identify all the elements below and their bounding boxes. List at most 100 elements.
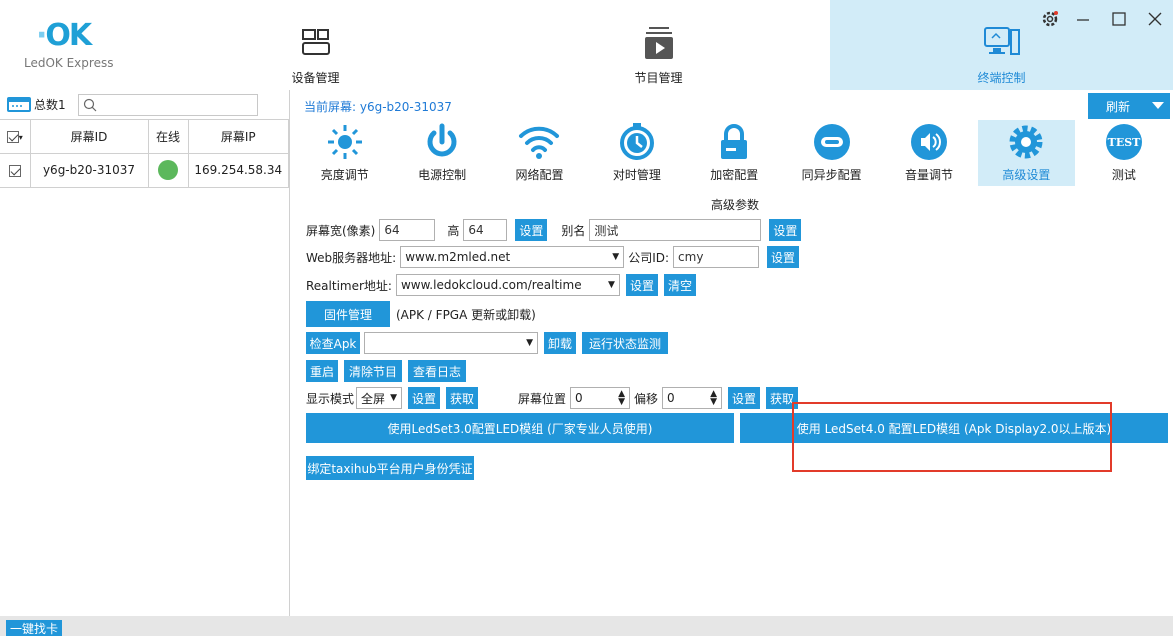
- nav-tab-device-management[interactable]: 设备管理: [144, 0, 487, 90]
- refresh-label: 刷新: [1106, 99, 1131, 114]
- red-highlight-annotation: [792, 402, 1112, 472]
- screen-table: ▾ 屏幕ID 在线 屏幕IP y6g-b20-31037 169.254.58.…: [0, 120, 289, 188]
- company-set-button[interactable]: 设置: [767, 246, 800, 268]
- web-server-value: www.m2mled.net: [405, 250, 511, 264]
- ledset3-button[interactable]: 使用LedSet3.0配置LED模组 (厂家专业人员使用): [306, 413, 734, 443]
- func-label: 测试: [1111, 168, 1136, 182]
- company-id-label: 公司ID:: [628, 250, 670, 265]
- alias-input[interactable]: 测试: [589, 219, 762, 241]
- func-label: 网络配置: [515, 168, 564, 182]
- chevron-down-icon: ▼: [612, 252, 620, 262]
- display-mode-select[interactable]: 全屏 ▼: [356, 387, 403, 409]
- func-brightness[interactable]: 亮度调节: [296, 120, 393, 186]
- func-test[interactable]: TEST 测试: [1075, 120, 1172, 186]
- nav-label: 设备管理: [291, 71, 340, 85]
- realtimer-select[interactable]: www.ledokcloud.com/realtime ▼: [395, 274, 620, 296]
- table-row[interactable]: y6g-b20-31037 169.254.58.34: [0, 153, 289, 188]
- view-log-button[interactable]: 查看日志: [408, 360, 466, 382]
- web-server-row: Web服务器地址: www.m2mled.net ▼ 公司ID: cmy 设置: [306, 246, 800, 268]
- func-label: 亮度调节: [320, 168, 369, 182]
- uninstall-button[interactable]: 卸载: [544, 332, 576, 354]
- screen-total-icon: [7, 96, 31, 112]
- display-mode-set-button[interactable]: 设置: [408, 387, 441, 409]
- func-label: 同异步配置: [801, 168, 862, 182]
- find-card-button[interactable]: 一键找卡: [6, 620, 63, 636]
- logo-text: LedOK Express: [24, 56, 114, 70]
- chevron-down-icon: ▼: [608, 280, 615, 290]
- clock-icon: [615, 122, 659, 162]
- search-icon: [83, 98, 97, 111]
- device-actions-row: 重启 清除节目 查看日志: [306, 360, 466, 382]
- sync-icon: [810, 122, 854, 162]
- program-management-icon: [639, 23, 679, 63]
- screen-position-value: 0: [575, 391, 583, 405]
- func-encryption[interactable]: 加密配置: [686, 120, 783, 186]
- settings-gear-icon[interactable]: [1035, 6, 1065, 32]
- bind-taxihub-button[interactable]: 绑定taxihub平台用户身份凭证: [306, 456, 474, 480]
- realtimer-set-button[interactable]: 设置: [625, 274, 658, 296]
- close-icon[interactable]: [1137, 6, 1173, 32]
- row-screen-ip: 169.254.58.34: [188, 153, 289, 188]
- func-time-sync[interactable]: 对时管理: [588, 120, 685, 186]
- chevron-down-icon[interactable]: [1152, 102, 1164, 109]
- bind-credential-row: 绑定taxihub平台用户身份凭证: [306, 456, 474, 480]
- screen-height-label: 高: [447, 223, 460, 238]
- realtimer-label: Realtimer地址:: [306, 278, 392, 293]
- func-volume[interactable]: 音量调节: [880, 120, 977, 186]
- func-advanced-settings[interactable]: 高级设置: [977, 120, 1076, 186]
- web-server-label: Web服务器地址:: [306, 250, 397, 265]
- logo-mark: ·OK: [36, 18, 92, 53]
- func-network[interactable]: 网络配置: [491, 120, 588, 186]
- screen-search-input[interactable]: [77, 93, 258, 116]
- row-checkbox[interactable]: [0, 153, 31, 188]
- offset-label: 偏移: [634, 391, 659, 406]
- func-label: 电源控制: [418, 168, 467, 182]
- display-mode-value: 全屏: [361, 391, 386, 406]
- svg-text:TEST: TEST: [1107, 136, 1141, 149]
- clear-program-button[interactable]: 清除节目: [344, 360, 402, 382]
- wifi-icon: [517, 122, 561, 162]
- screen-width-label: 屏幕宽(像素): [306, 223, 376, 238]
- web-server-select[interactable]: www.m2mled.net ▼: [400, 246, 625, 268]
- select-all-checkbox[interactable]: ▾: [0, 120, 31, 154]
- realtimer-clear-button[interactable]: 清空: [663, 274, 696, 296]
- nav-tab-program-management[interactable]: 节目管理: [487, 0, 830, 90]
- position-set-button[interactable]: 设置: [728, 387, 761, 409]
- volume-icon: [907, 122, 951, 162]
- firmware-row: 固件管理 (APK / FPGA 更新或卸载): [306, 301, 536, 327]
- firmware-management-button[interactable]: 固件管理: [306, 301, 390, 327]
- stepper-arrows-icon: ▲ ▼: [710, 389, 718, 407]
- column-header-screen-ip: 屏幕IP: [188, 120, 289, 154]
- func-label: 高级设置: [1002, 168, 1051, 182]
- company-id-input[interactable]: cmy: [673, 246, 760, 268]
- func-sync-async[interactable]: 同异步配置: [783, 120, 880, 186]
- alias-set-button[interactable]: 设置: [769, 219, 802, 241]
- minimize-icon[interactable]: [1065, 6, 1101, 32]
- display-mode-row: 显示模式 全屏 ▼ 设置 获取 屏幕位置 0 ▲ ▼ 偏移 0 ▲ ▼ 设置 获取: [306, 387, 799, 409]
- screen-height-input[interactable]: 64: [463, 219, 508, 241]
- refresh-button[interactable]: 刷新: [1088, 93, 1170, 119]
- screen-position-stepper[interactable]: 0 ▲ ▼: [570, 387, 631, 409]
- nav-label: 终端控制: [977, 71, 1026, 85]
- screen-width-input[interactable]: 64: [379, 219, 436, 241]
- column-header-screen-id: 屏幕ID: [30, 120, 149, 154]
- check-apk-button[interactable]: 检查Apk: [306, 332, 360, 354]
- stepper-arrows-icon: ▲ ▼: [618, 389, 626, 407]
- maximize-icon[interactable]: [1101, 6, 1137, 32]
- display-mode-label: 显示模式: [306, 391, 355, 406]
- table-header-row: ▾ 屏幕ID 在线 屏幕IP: [0, 120, 289, 154]
- restart-button[interactable]: 重启: [306, 360, 338, 382]
- func-power[interactable]: 电源控制: [393, 120, 490, 186]
- device-management-icon: [296, 23, 336, 63]
- offset-stepper[interactable]: 0 ▲ ▼: [662, 387, 723, 409]
- func-label: 加密配置: [710, 168, 759, 182]
- apk-select[interactable]: ▼: [364, 332, 538, 354]
- power-icon: [420, 122, 464, 162]
- display-mode-get-button[interactable]: 获取: [446, 387, 479, 409]
- terminal-control-icon: [982, 23, 1022, 63]
- run-status-monitor-button[interactable]: 运行状态监测: [582, 332, 668, 354]
- check-apk-row: 检查Apk ▼ 卸载 运行状态监测: [306, 332, 668, 354]
- app-header: ·OK LedOK Express 设备管理 节目管理 终端控制: [0, 0, 1173, 90]
- screen-size-set-button[interactable]: 设置: [515, 219, 548, 241]
- lock-icon: [712, 122, 756, 162]
